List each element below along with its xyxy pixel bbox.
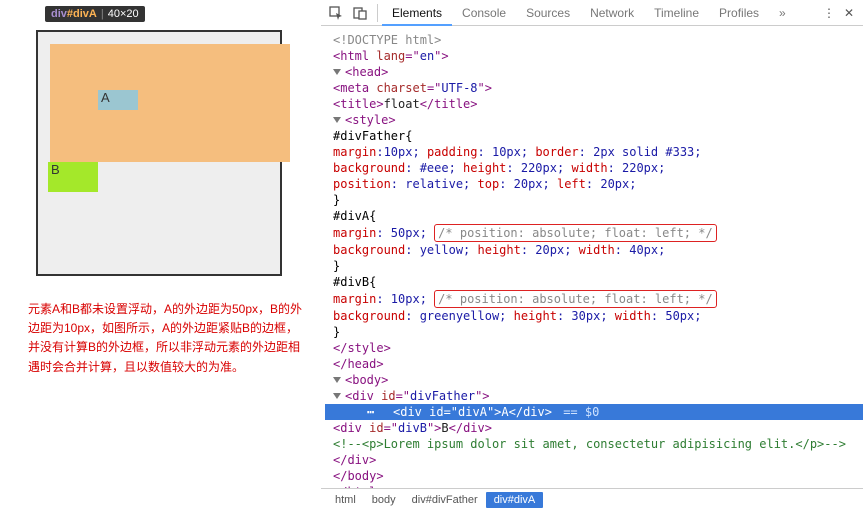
dom-tree[interactable]: <!DOCTYPE html> <html lang="en"> <head> … xyxy=(321,26,863,488)
commented-rule-box: /* position: absolute; float: left; */ xyxy=(434,224,717,242)
tab-elements[interactable]: Elements xyxy=(382,0,452,26)
tree-line[interactable]: <style> xyxy=(325,112,863,128)
tree-line[interactable]: <!DOCTYPE html> xyxy=(325,32,863,48)
tree-line-comment[interactable]: <!--<p>Lorem ipsum dolor sit amet, conse… xyxy=(325,436,863,452)
expand-triangle-icon[interactable] xyxy=(333,69,341,75)
breadcrumb-item-active[interactable]: div#divA xyxy=(486,492,544,508)
div-father-render xyxy=(36,30,282,276)
tree-line[interactable]: #divB{ xyxy=(325,274,863,290)
tree-line[interactable]: <body> xyxy=(325,372,863,388)
expand-triangle-icon[interactable] xyxy=(333,117,341,123)
tree-line[interactable]: <div id="divB">B</div> xyxy=(325,420,863,436)
tab-console[interactable]: Console xyxy=(452,0,516,26)
tab-timeline[interactable]: Timeline xyxy=(644,0,709,26)
div-b-render: B xyxy=(48,162,98,192)
tree-line[interactable]: </body> xyxy=(325,468,863,484)
tree-line[interactable]: <title>float</title> xyxy=(325,96,863,112)
tooltip-separator: | xyxy=(101,8,104,20)
tabs-overflow[interactable]: » xyxy=(769,0,796,26)
devtools-toolbar: Elements Console Sources Network Timelin… xyxy=(321,0,863,26)
div-a-highlight: A xyxy=(98,90,138,110)
element-tooltip: div#divA | 40×20 xyxy=(45,6,145,22)
tree-line[interactable]: margin: 50px; /* position: absolute; flo… xyxy=(325,224,863,242)
tab-profiles[interactable]: Profiles xyxy=(709,0,769,26)
tree-line[interactable]: <html lang="en"> xyxy=(325,48,863,64)
tree-line[interactable]: } xyxy=(325,258,863,274)
tab-network[interactable]: Network xyxy=(580,0,644,26)
tree-line[interactable]: #divA{ xyxy=(325,208,863,224)
breadcrumb-bar: html body div#divFather div#divA xyxy=(321,488,863,510)
tooltip-id: #divA xyxy=(67,8,97,20)
tooltip-tag: div xyxy=(51,8,67,20)
device-toggle-icon[interactable] xyxy=(349,2,371,24)
tree-line[interactable]: margin: 10px; /* position: absolute; flo… xyxy=(325,290,863,308)
close-icon[interactable]: ✕ xyxy=(839,6,859,20)
expand-triangle-icon[interactable] xyxy=(333,377,341,383)
rendered-page-preview: div#divA | 40×20 A B 元素A和B都未设置浮动，A的外边距为5… xyxy=(0,0,320,510)
commented-rule-box: /* position: absolute; float: left; */ xyxy=(434,290,717,308)
tree-line[interactable]: <head> xyxy=(325,64,863,80)
toolbar-divider xyxy=(377,4,378,22)
tree-line-selected[interactable]: ⋯ <div id="divA">A</div> == $0 xyxy=(325,404,863,420)
devtools-panel: Elements Console Sources Network Timelin… xyxy=(320,0,863,510)
tree-line[interactable]: <meta charset="UTF-8"> xyxy=(325,80,863,96)
tree-line[interactable]: } xyxy=(325,324,863,340)
tooltip-dimensions: 40×20 xyxy=(108,8,139,20)
tree-line[interactable]: #divFather{ xyxy=(325,128,863,144)
tree-line[interactable]: position: relative; top: 20px; left: 20p… xyxy=(325,176,863,192)
tree-line[interactable]: </style> xyxy=(325,340,863,356)
div-b-label: B xyxy=(48,162,60,177)
expand-triangle-icon[interactable] xyxy=(333,393,341,399)
explanation-text: 元素A和B都未设置浮动，A的外边距为50px，B的外边距为10px，如图所示，A… xyxy=(28,300,308,377)
kebab-menu-icon[interactable]: ⋮ xyxy=(819,6,839,20)
tree-line[interactable]: background: greenyellow; height: 30px; w… xyxy=(325,308,863,324)
breadcrumb-item[interactable]: body xyxy=(364,492,404,508)
tree-line[interactable]: </div> xyxy=(325,452,863,468)
tree-line[interactable]: background: yellow; height: 20px; width:… xyxy=(325,242,863,258)
tree-line[interactable]: <div id="divFather"> xyxy=(325,388,863,404)
gutter-dots-icon[interactable]: ⋯ xyxy=(367,404,374,420)
div-a-label: A xyxy=(98,90,110,105)
tree-line[interactable]: background: #eee; height: 220px; width: … xyxy=(325,160,863,176)
tree-line[interactable]: } xyxy=(325,192,863,208)
inspect-icon[interactable] xyxy=(325,2,347,24)
tree-line[interactable]: </head> xyxy=(325,356,863,372)
breadcrumb-item[interactable]: html xyxy=(327,492,364,508)
tree-line[interactable]: margin:10px; padding: 10px; border: 2px … xyxy=(325,144,863,160)
tab-sources[interactable]: Sources xyxy=(516,0,580,26)
breadcrumb-item[interactable]: div#divFather xyxy=(404,492,486,508)
